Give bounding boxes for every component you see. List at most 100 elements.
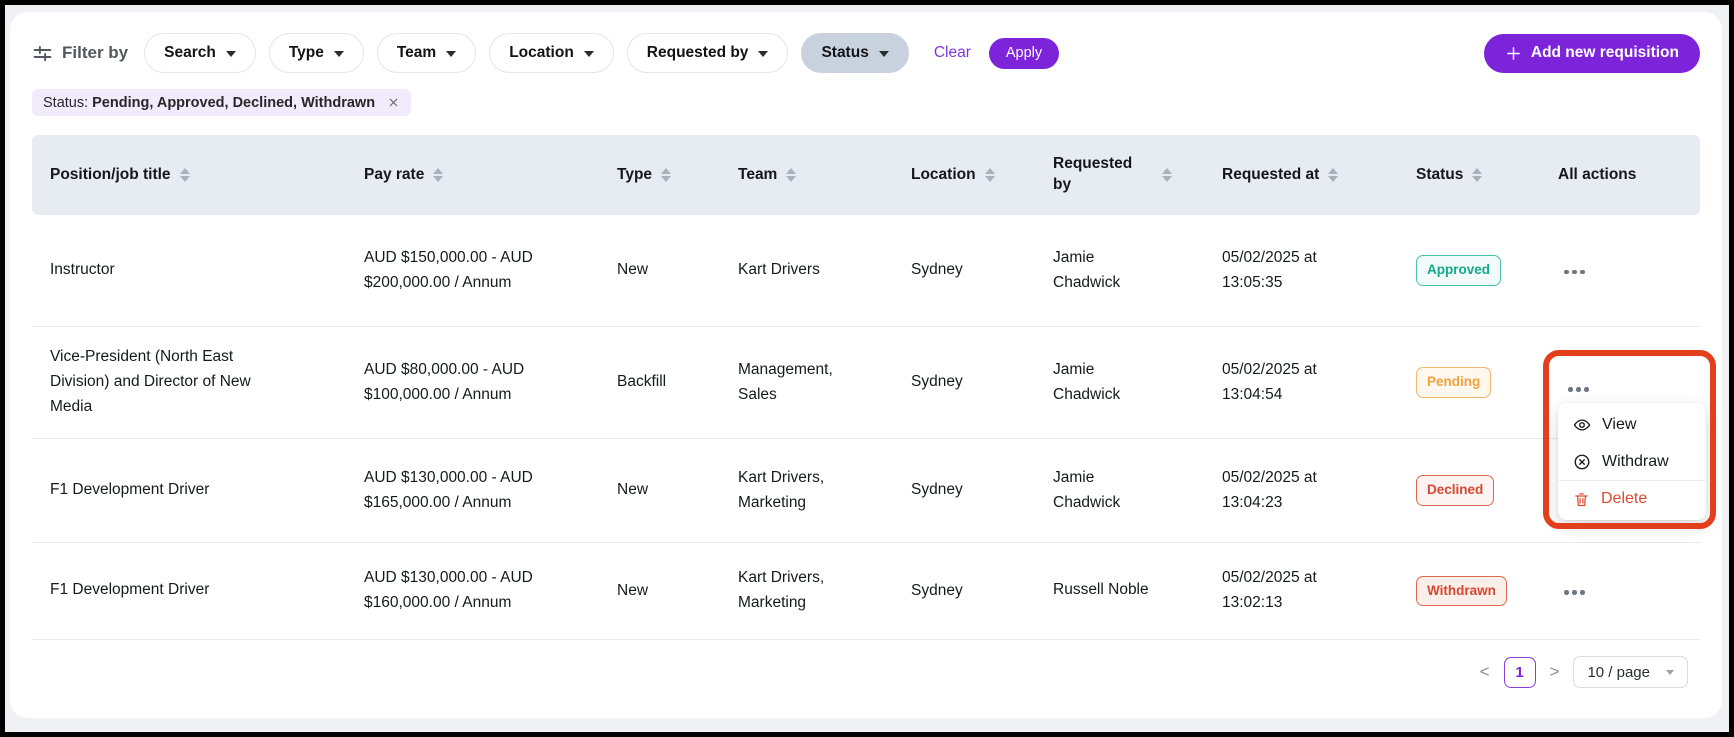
- previous-page-button[interactable]: <: [1476, 662, 1494, 682]
- eye-icon: [1573, 416, 1591, 434]
- filter-dropdown-type[interactable]: Type: [269, 33, 364, 73]
- filter-dropdown-requested-by[interactable]: Requested by: [627, 33, 789, 73]
- menu-item-withdraw[interactable]: Withdraw: [1558, 443, 1706, 480]
- cell-requested-at: 05/02/2025 at 13:05:35: [1222, 246, 1416, 296]
- cell-location: Sydney: [911, 579, 1053, 604]
- sort-icon[interactable]: [661, 168, 671, 182]
- sort-icon[interactable]: [786, 168, 796, 182]
- add-new-requisition-button[interactable]: Add new requisition: [1484, 34, 1700, 73]
- chevron-down-icon: [446, 51, 456, 57]
- sort-icon[interactable]: [1328, 168, 1338, 182]
- column-header-location[interactable]: Location: [911, 165, 1053, 186]
- cell-type: New: [617, 258, 738, 283]
- sort-icon[interactable]: [180, 168, 190, 182]
- cell-actions: [1558, 258, 1700, 283]
- filter-label: Type: [289, 44, 324, 62]
- row-actions-button[interactable]: [1558, 582, 1591, 603]
- cell-requested-at: 05/02/2025 at 13:04:54: [1222, 358, 1416, 408]
- cell-position: F1 Development Driver: [32, 578, 364, 603]
- column-header-requested-at[interactable]: Requested at: [1222, 165, 1416, 186]
- filter-dropdown-team[interactable]: Team: [377, 33, 476, 73]
- table-row: Instructor AUD $150,000.00 - AUD $200,00…: [32, 215, 1700, 327]
- status-badge: Approved: [1416, 255, 1501, 286]
- chevron-down-icon: [584, 51, 594, 57]
- requisitions-panel: Filter by Search Type Team Location Requ…: [10, 12, 1722, 718]
- sort-icon[interactable]: [985, 168, 995, 182]
- cell-type: New: [617, 579, 738, 604]
- cell-position: Vice-President (North East Division) and…: [32, 345, 364, 419]
- filter-dropdown-status[interactable]: Status: [801, 33, 908, 73]
- column-header-type[interactable]: Type: [617, 165, 738, 186]
- cell-actions: [1558, 579, 1700, 604]
- chevron-down-icon: [879, 51, 889, 57]
- page-size-select[interactable]: 10 / page: [1573, 656, 1688, 688]
- cell-status: Approved: [1416, 255, 1558, 286]
- apply-filters-button[interactable]: Apply: [989, 38, 1059, 69]
- chevron-down-icon: [226, 51, 236, 57]
- column-header-requested-by[interactable]: Requested by: [1053, 154, 1222, 196]
- chevron-down-icon: [334, 51, 344, 57]
- cell-requested-at: 05/02/2025 at 13:04:23: [1222, 466, 1416, 516]
- column-header-all-actions: All actions: [1558, 165, 1700, 186]
- status-filter-tag: Status: Pending, Approved, Declined, Wit…: [32, 89, 411, 116]
- cell-pay-rate: AUD $130,000.00 - AUD $165,000.00 / Annu…: [364, 466, 617, 516]
- sliders-icon: [32, 43, 53, 64]
- column-header-status[interactable]: Status: [1416, 165, 1558, 186]
- cell-requested-by: Jamie Chadwick: [1053, 358, 1222, 408]
- filter-dropdown-search[interactable]: Search: [144, 33, 256, 73]
- chevron-down-icon: [758, 51, 768, 57]
- cell-team: Kart Drivers, Marketing: [738, 566, 911, 616]
- filter-by-text: Filter by: [62, 43, 128, 63]
- cell-requested-by: Jamie Chadwick: [1053, 246, 1222, 296]
- circle-x-icon: [1573, 453, 1591, 471]
- table-row: F1 Development Driver AUD $130,000.00 - …: [32, 543, 1700, 640]
- status-badge: Declined: [1416, 475, 1494, 506]
- cell-team: Kart Drivers, Marketing: [738, 466, 911, 516]
- trash-icon: [1573, 491, 1590, 508]
- column-header-team[interactable]: Team: [738, 165, 911, 186]
- sort-icon[interactable]: [1162, 168, 1172, 182]
- close-icon[interactable]: [387, 96, 400, 109]
- status-badge: Pending: [1416, 367, 1491, 398]
- sort-icon[interactable]: [433, 168, 443, 182]
- filter-dropdown-location[interactable]: Location: [489, 33, 614, 73]
- active-filters-row: Status: Pending, Approved, Declined, Wit…: [32, 89, 1700, 116]
- cell-position: Instructor: [32, 258, 364, 283]
- cell-position: F1 Development Driver: [32, 478, 364, 503]
- menu-item-delete[interactable]: Delete: [1558, 480, 1706, 517]
- cell-pay-rate: AUD $130,000.00 - AUD $160,000.00 / Annu…: [364, 566, 617, 616]
- page-number-button[interactable]: 1: [1504, 657, 1536, 688]
- cell-type: New: [617, 478, 738, 503]
- row-actions-button-active[interactable]: [1562, 379, 1595, 400]
- column-header-position[interactable]: Position/job title: [32, 165, 364, 186]
- next-page-button[interactable]: >: [1546, 662, 1564, 682]
- pagination: < 1 > 10 / page: [32, 656, 1700, 688]
- tag-values: Pending, Approved, Declined, Withdrawn: [92, 95, 375, 111]
- column-header-pay-rate[interactable]: Pay rate: [364, 165, 617, 186]
- requisitions-table: Position/job title Pay rate Type Team Lo…: [32, 135, 1700, 688]
- plus-icon: [1505, 45, 1522, 62]
- cell-requested-by: Russell Noble: [1053, 578, 1222, 603]
- page-size-value: 10 / page: [1587, 664, 1650, 681]
- cell-type: Backfill: [617, 370, 738, 395]
- clear-filters-link[interactable]: Clear: [934, 44, 971, 62]
- row-actions-button[interactable]: [1558, 262, 1591, 283]
- table-header-row: Position/job title Pay rate Type Team Lo…: [32, 135, 1700, 215]
- cell-requested-at: 05/02/2025 at 13:02:13: [1222, 566, 1416, 616]
- cell-team: Management, Sales: [738, 358, 911, 408]
- add-button-label: Add new requisition: [1531, 44, 1679, 62]
- table-row: F1 Development Driver AUD $130,000.00 - …: [32, 439, 1700, 543]
- table-row: Vice-President (North East Division) and…: [32, 327, 1700, 439]
- cell-location: Sydney: [911, 370, 1053, 395]
- menu-item-view[interactable]: View: [1558, 406, 1706, 443]
- tag-prefix: Status:: [43, 95, 88, 111]
- filter-label: Location: [509, 44, 574, 62]
- filter-label: Team: [397, 44, 436, 62]
- filter-label: Search: [164, 44, 216, 62]
- menu-item-label: Withdraw: [1602, 453, 1669, 471]
- filter-by-label: Filter by: [32, 43, 128, 64]
- filter-label: Requested by: [647, 44, 749, 62]
- chevron-down-icon: [1666, 670, 1674, 675]
- sort-icon[interactable]: [1472, 168, 1482, 182]
- cell-pay-rate: AUD $150,000.00 - AUD $200,000.00 / Annu…: [364, 246, 617, 296]
